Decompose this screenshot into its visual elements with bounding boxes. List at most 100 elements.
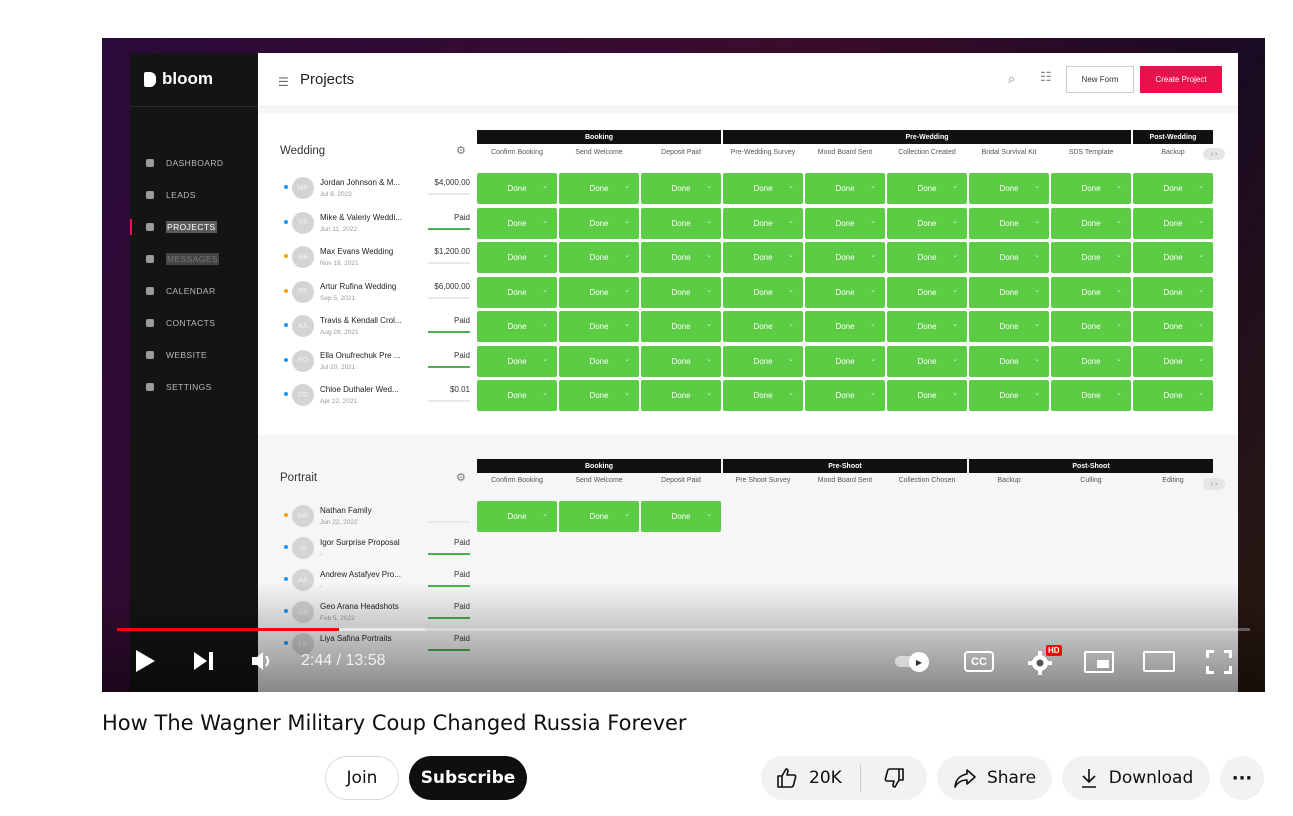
project-row[interactable]: GA Geo Arana Headshots Feb 5, 2022 Paid [280, 597, 470, 629]
project-name[interactable]: Mike & Valeriy Weddi... [320, 213, 418, 222]
status-cell[interactable]: Done ⌄ [1051, 173, 1131, 204]
download-button[interactable]: Download [1062, 756, 1210, 800]
next-icon[interactable] [193, 651, 215, 671]
column-header[interactable]: SDS Template [1051, 149, 1131, 156]
status-cell[interactable]: Done ⌄ [477, 207, 557, 239]
join-button[interactable]: Join [325, 756, 399, 800]
status-cell[interactable]: Done ⌄ [723, 242, 803, 273]
status-cell[interactable]: Done ⌄ [1051, 207, 1131, 239]
status-cell[interactable]: Done ⌄ [559, 311, 639, 342]
status-cell[interactable]: Done ⌄ [969, 345, 1049, 377]
column-header[interactable]: Backup [1133, 149, 1213, 156]
project-row[interactable]: VS Mike & Valeriy Weddi... Jun 11, 2022 Pai… [280, 208, 470, 240]
sidebar-item-contacts[interactable]: CONTACTS [130, 307, 258, 339]
project-row[interactable]: CD Chloe Duthaler Wed... Apr 22, 2021 $0.01 [280, 380, 470, 412]
column-header[interactable]: Deposit Paid [641, 149, 721, 156]
status-cell[interactable]: Done ⌄ [641, 173, 721, 204]
project-row[interactable]: ME Max Evans Wedding Nov 18, 2021 $1,200.00 [280, 242, 470, 274]
captions-button[interactable]: CC [964, 651, 994, 672]
column-header[interactable]: Confirm Booking [477, 149, 557, 156]
theater-mode-button[interactable] [1143, 651, 1175, 672]
project-name[interactable]: Chloe Duthaler Wed... [320, 385, 418, 394]
share-button[interactable]: Share [937, 756, 1052, 800]
project-row[interactable]: KA Travis & Kendall Crol... Aug 28, 2021 Pa… [280, 311, 470, 343]
column-header[interactable]: Backup [969, 477, 1049, 484]
video-player[interactable]: bloom DASHBOARD LEADS PROJECTS MESSAGES CALE… [102, 38, 1265, 692]
status-cell[interactable]: Done ⌄ [723, 345, 803, 377]
status-cell[interactable]: Done ⌄ [887, 242, 967, 273]
sidebar-item-website[interactable]: WEBSITE [130, 339, 258, 371]
status-cell[interactable]: Done ⌄ [887, 173, 967, 204]
status-cell[interactable]: Done ⌄ [1051, 311, 1131, 342]
status-cell[interactable]: Done ⌄ [477, 311, 557, 342]
status-cell[interactable]: Done ⌄ [887, 276, 967, 308]
status-cell[interactable]: Done ⌄ [805, 380, 885, 411]
miniplayer-button[interactable] [1084, 651, 1114, 673]
column-header[interactable]: Deposit Paid [641, 477, 721, 484]
project-row[interactable]: MP Jordan Johnson & M... Jul 8, 2023 $4,000… [280, 173, 470, 205]
status-cell[interactable]: Done ⌄ [477, 380, 557, 411]
status-cell[interactable]: Done ⌄ [969, 380, 1049, 411]
status-cell[interactable]: Done ⌄ [559, 345, 639, 377]
status-cell[interactable]: Done ⌄ [559, 380, 639, 411]
status-cell[interactable]: Done ⌄ [805, 242, 885, 273]
gear-icon[interactable]: ⚙ [456, 471, 466, 484]
search-icon[interactable]: ⌕ [1008, 71, 1015, 87]
status-cell[interactable]: Done ⌄ [969, 276, 1049, 308]
status-cell[interactable]: Done ⌄ [805, 207, 885, 239]
status-cell[interactable]: Done ⌄ [805, 345, 885, 377]
column-header[interactable]: Pre-Wedding Survey [723, 149, 803, 156]
status-cell[interactable]: Done ⌄ [887, 207, 967, 239]
status-cell[interactable]: Done ⌄ [887, 380, 967, 411]
status-cell[interactable]: Done ⌄ [559, 276, 639, 308]
status-cell[interactable]: Done ⌄ [477, 276, 557, 308]
status-cell[interactable]: Done ⌄ [969, 242, 1049, 273]
filter-settings-icon[interactable]: ☷ [1040, 69, 1052, 85]
status-cell[interactable]: Done ⌄ [1051, 345, 1131, 377]
project-name[interactable]: Travis & Kendall Crol... [320, 316, 418, 325]
status-cell[interactable]: Done ⌄ [477, 501, 557, 532]
status-cell[interactable]: Done ⌄ [805, 173, 885, 204]
status-cell[interactable]: Done ⌄ [641, 380, 721, 411]
project-name[interactable]: Andrew Astafyev Pro... [320, 570, 418, 579]
project-row[interactable]: AA Andrew Astafyev Pro... - Paid [280, 565, 470, 597]
status-cell[interactable]: Done ⌄ [805, 276, 885, 308]
sidebar-item-calendar[interactable]: CALENDAR [130, 275, 258, 307]
project-name[interactable]: Nathan Family [320, 506, 418, 515]
status-cell[interactable]: Done ⌄ [887, 311, 967, 342]
more-actions-button[interactable]: ··· [1220, 756, 1264, 800]
status-cell[interactable]: Done ⌄ [641, 345, 721, 377]
status-cell[interactable]: Done ⌄ [559, 242, 639, 273]
column-header[interactable]: Confirm Booking [477, 477, 557, 484]
column-header[interactable]: Collection Created [887, 149, 967, 156]
project-name[interactable]: Max Evans Wedding [320, 247, 418, 256]
subscribe-button[interactable]: Subscribe [409, 756, 527, 800]
create-project-button[interactable]: Create Project [1140, 66, 1222, 93]
sidebar-item-dashboard[interactable]: DASHBOARD [130, 147, 258, 179]
project-name[interactable]: Liya Safina Portraits [320, 634, 418, 643]
menu-icon[interactable]: ☰ [278, 75, 289, 89]
project-name[interactable]: Ella Onufrechuk Pre ... [320, 351, 418, 360]
status-cell[interactable]: Done ⌄ [477, 242, 557, 273]
status-cell[interactable]: Done ⌄ [1133, 276, 1213, 308]
project-name[interactable]: Igor Surprise Proposal [320, 538, 418, 547]
column-header[interactable]: Culling [1051, 477, 1131, 484]
project-name[interactable]: Geo Arana Headshots [320, 602, 418, 611]
play-icon[interactable] [134, 649, 156, 673]
status-cell[interactable]: Done ⌄ [887, 345, 967, 377]
status-cell[interactable]: Done ⌄ [1133, 242, 1213, 273]
new-form-button[interactable]: New Form [1066, 66, 1134, 93]
sidebar-item-messages[interactable]: MESSAGES [130, 243, 258, 275]
status-cell[interactable]: Done ⌄ [969, 311, 1049, 342]
status-cell[interactable]: Done ⌄ [969, 173, 1049, 204]
column-header[interactable]: Mood Board Sent [805, 149, 885, 156]
status-cell[interactable]: Done ⌄ [723, 380, 803, 411]
status-cell[interactable]: Done ⌄ [477, 345, 557, 377]
autoplay-toggle[interactable]: ▶ [895, 652, 931, 672]
status-cell[interactable]: Done ⌄ [641, 311, 721, 342]
status-cell[interactable]: Done ⌄ [723, 276, 803, 308]
status-cell[interactable]: Done ⌄ [641, 276, 721, 308]
status-cell[interactable]: Done ⌄ [805, 311, 885, 342]
sidebar-item-leads[interactable]: LEADS [130, 179, 258, 211]
column-header[interactable]: Mood Board Sent [805, 477, 885, 484]
